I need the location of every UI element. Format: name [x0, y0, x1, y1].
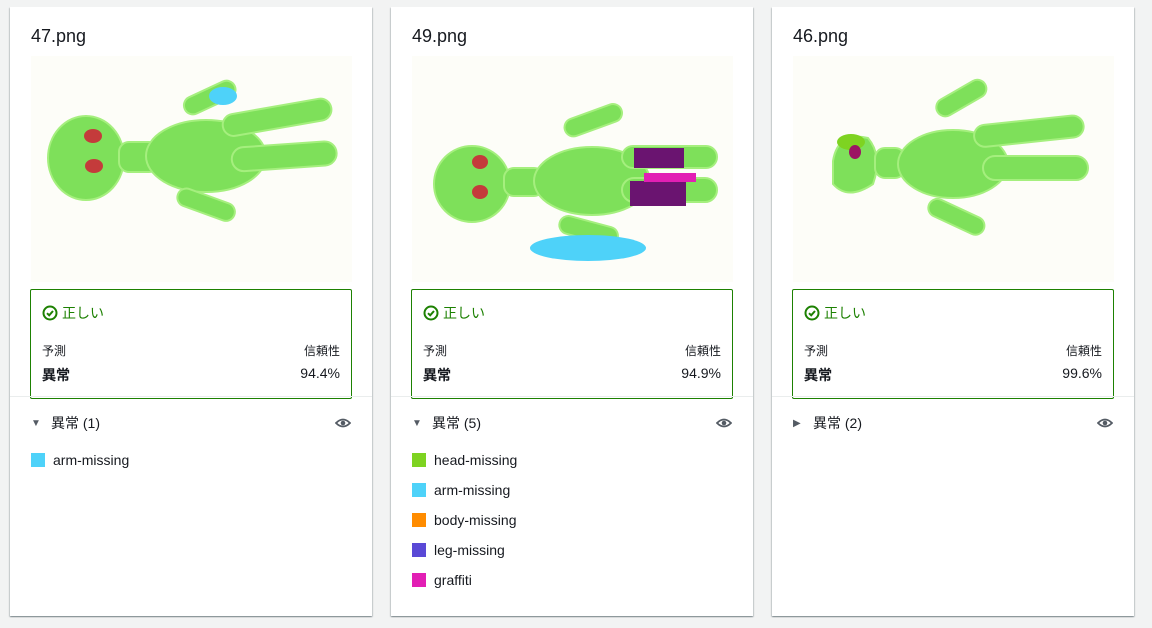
eye-icon[interactable] — [716, 417, 732, 429]
prediction-value: 異常 — [804, 367, 832, 383]
image-filename: 46.png — [793, 26, 849, 46]
prediction-label: 予測 — [423, 344, 448, 358]
inspected-image — [793, 56, 1114, 282]
legend-label: arm-missing — [53, 452, 130, 468]
color-swatch — [412, 483, 426, 497]
confidence-label: 信頼性 — [1065, 344, 1102, 358]
check-circle-icon — [423, 305, 439, 321]
anomaly-section-toggle[interactable]: ▼ 異常 (5) — [412, 413, 481, 433]
result-card-46: 46.png 正しい 予測 信頼性 異常 99.6% ▶ 異常 (2) — [772, 7, 1134, 616]
legend-item: graffiti — [412, 565, 517, 595]
legend-label: head-missing — [434, 452, 518, 468]
color-swatch — [412, 543, 426, 557]
prediction-value: 異常 — [423, 367, 451, 383]
legend-item: head-missing — [412, 445, 517, 475]
legend-label: arm-missing — [434, 482, 511, 498]
color-swatch — [412, 573, 426, 587]
anomaly-section-toggle[interactable]: ▶ 異常 (2) — [793, 413, 862, 433]
anomaly-header-label: 異常 (5) — [432, 415, 481, 431]
legend-item: leg-missing — [412, 535, 517, 565]
anomaly-legend: head-missing arm-missing body-missing le… — [412, 445, 517, 595]
prediction-result-box: 正しい 予測 信頼性 異常 99.6% — [792, 289, 1114, 399]
result-card-47: 47.png 正しい 予測 信頼性 異常 94.4% ▼ 異常 (1) arm-… — [10, 7, 372, 616]
prediction-result-box: 正しい 予測 信頼性 異常 94.9% — [411, 289, 733, 399]
confidence-label: 信頼性 — [303, 344, 340, 358]
prediction-label: 予測 — [804, 344, 829, 358]
caret-right-icon: ▶ — [793, 417, 801, 429]
color-swatch — [412, 513, 426, 527]
alien-toy-image — [433, 103, 718, 261]
legend-item: body-missing — [412, 505, 517, 535]
status-badge: 正しい — [804, 303, 866, 323]
legend-label: leg-missing — [434, 542, 505, 558]
caret-down-icon: ▼ — [412, 417, 422, 429]
inspected-image — [412, 56, 733, 282]
confidence-label: 信頼性 — [684, 344, 721, 358]
divider — [772, 396, 1134, 397]
legend-item: arm-missing — [412, 475, 517, 505]
anomaly-header-label: 異常 (1) — [51, 415, 100, 431]
color-swatch — [412, 453, 426, 467]
legend-item: arm-missing — [31, 445, 129, 475]
result-card-49: 49.png 正しい 予測 信頼性 異常 94.9% ▼ 異常 (5) head… — [391, 7, 753, 616]
anomaly-section-toggle[interactable]: ▼ 異常 (1) — [31, 413, 100, 433]
alien-toy-image — [47, 79, 338, 222]
prediction-value: 異常 — [42, 367, 70, 383]
confidence-value: 99.6% — [1062, 365, 1102, 381]
image-filename: 49.png — [412, 26, 468, 46]
color-swatch — [31, 453, 45, 467]
divider — [10, 396, 372, 397]
status-text: 正しい — [443, 305, 485, 321]
prediction-label: 予測 — [42, 344, 67, 358]
eye-icon[interactable] — [1097, 417, 1113, 429]
inspected-image — [31, 56, 352, 282]
anomaly-header-label: 異常 (2) — [813, 415, 862, 431]
alien-toy-image — [832, 78, 1089, 236]
caret-down-icon: ▼ — [31, 417, 41, 429]
confidence-value: 94.9% — [681, 365, 721, 381]
prediction-result-box: 正しい 予測 信頼性 異常 94.4% — [30, 289, 352, 399]
status-badge: 正しい — [42, 303, 104, 323]
status-badge: 正しい — [423, 303, 485, 323]
check-circle-icon — [42, 305, 58, 321]
confidence-value: 94.4% — [300, 365, 340, 381]
status-text: 正しい — [824, 305, 866, 321]
legend-label: body-missing — [434, 512, 517, 528]
image-filename: 47.png — [31, 26, 87, 46]
anomaly-legend: arm-missing — [31, 445, 129, 475]
status-text: 正しい — [62, 305, 104, 321]
divider — [391, 396, 753, 397]
check-circle-icon — [804, 305, 820, 321]
eye-icon[interactable] — [335, 417, 351, 429]
legend-label: graffiti — [434, 572, 472, 588]
